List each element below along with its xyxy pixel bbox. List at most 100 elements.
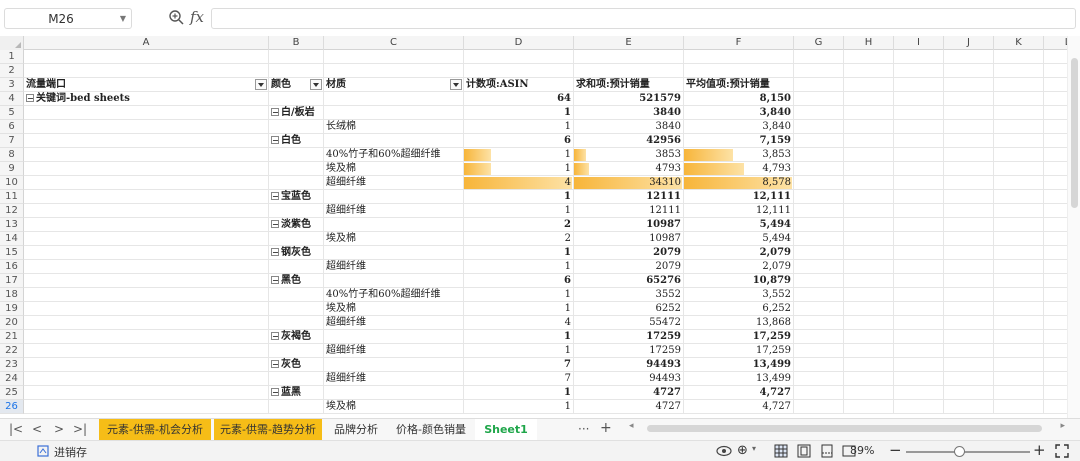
cell-c16[interactable]: 超细纤维 bbox=[324, 260, 464, 274]
column-header-l[interactable]: L bbox=[1044, 36, 1067, 50]
fullscreen-icon[interactable] bbox=[1055, 444, 1069, 458]
cell-c8[interactable]: 40%竹子和60%超细纤维 bbox=[324, 148, 464, 162]
sheet-tab[interactable]: Sheet1 bbox=[475, 419, 537, 440]
cell-k1[interactable] bbox=[994, 50, 1044, 64]
column-header-i[interactable]: I bbox=[894, 36, 944, 50]
cell-l24[interactable] bbox=[1044, 372, 1067, 386]
cell-f25[interactable]: 4,727 bbox=[684, 386, 794, 400]
cell-c20[interactable]: 超细纤维 bbox=[324, 316, 464, 330]
column-header-g[interactable]: G bbox=[794, 36, 844, 50]
cell-l17[interactable] bbox=[1044, 274, 1067, 288]
cell-j2[interactable] bbox=[944, 64, 994, 78]
cell-e4[interactable]: 521579 bbox=[574, 92, 684, 106]
cell-l10[interactable] bbox=[1044, 176, 1067, 190]
name-box[interactable]: M26 ▼ bbox=[4, 8, 132, 29]
collapse-icon[interactable]: − bbox=[271, 192, 279, 200]
cell-i6[interactable] bbox=[894, 120, 944, 134]
cell-g22[interactable] bbox=[794, 344, 844, 358]
cell-k10[interactable] bbox=[994, 176, 1044, 190]
cell-i11[interactable] bbox=[894, 190, 944, 204]
cell-l3[interactable] bbox=[1044, 78, 1067, 92]
cell-f2[interactable] bbox=[684, 64, 794, 78]
cell-h3[interactable] bbox=[844, 78, 894, 92]
cell-e7[interactable]: 42956 bbox=[574, 134, 684, 148]
filter-dropdown-icon[interactable] bbox=[255, 79, 267, 90]
cell-c25[interactable] bbox=[324, 386, 464, 400]
cell-a24[interactable] bbox=[24, 372, 269, 386]
cell-a7[interactable] bbox=[24, 134, 269, 148]
cell-i7[interactable] bbox=[894, 134, 944, 148]
cell-l8[interactable] bbox=[1044, 148, 1067, 162]
cell-f11[interactable]: 12,111 bbox=[684, 190, 794, 204]
sheet-tab[interactable]: 元素-供需-机会分析 bbox=[99, 419, 211, 440]
cell-b1[interactable] bbox=[269, 50, 324, 64]
cell-k18[interactable] bbox=[994, 288, 1044, 302]
cell-l15[interactable] bbox=[1044, 246, 1067, 260]
cell-e16[interactable]: 2079 bbox=[574, 260, 684, 274]
cell-h11[interactable] bbox=[844, 190, 894, 204]
cell-e19[interactable]: 6252 bbox=[574, 302, 684, 316]
cell-g7[interactable] bbox=[794, 134, 844, 148]
cell-d26[interactable]: 1 bbox=[464, 400, 574, 414]
zoom-level[interactable]: 89% bbox=[850, 444, 874, 457]
cell-l21[interactable] bbox=[1044, 330, 1067, 344]
cell-e20[interactable]: 55472 bbox=[574, 316, 684, 330]
cell-f19[interactable]: 6,252 bbox=[684, 302, 794, 316]
row-header[interactable]: 16 bbox=[0, 260, 24, 274]
collapse-icon[interactable]: − bbox=[26, 94, 34, 102]
cell-d3[interactable]: 计数项:ASIN bbox=[464, 78, 574, 92]
column-header-j[interactable]: J bbox=[944, 36, 994, 50]
cell-g19[interactable] bbox=[794, 302, 844, 316]
zoom-slider-handle[interactable] bbox=[954, 446, 965, 457]
row-header[interactable]: 14 bbox=[0, 232, 24, 246]
cell-b15[interactable]: − 钢灰色 bbox=[269, 246, 324, 260]
page-break-icon[interactable] bbox=[820, 444, 834, 458]
cell-e3[interactable]: 求和项:预计销量 bbox=[574, 78, 684, 92]
cell-j11[interactable] bbox=[944, 190, 994, 204]
cell-b6[interactable] bbox=[269, 120, 324, 134]
cell-e24[interactable]: 94493 bbox=[574, 372, 684, 386]
row-header[interactable]: 8 bbox=[0, 148, 24, 162]
cell-h14[interactable] bbox=[844, 232, 894, 246]
cell-i1[interactable] bbox=[894, 50, 944, 64]
cell-h21[interactable] bbox=[844, 330, 894, 344]
macro-label[interactable]: 进销存 bbox=[54, 444, 87, 460]
chevron-down-icon[interactable]: ▼ bbox=[120, 14, 126, 23]
cell-d13[interactable]: 2 bbox=[464, 218, 574, 232]
row-header[interactable]: 24 bbox=[0, 372, 24, 386]
cell-k24[interactable] bbox=[994, 372, 1044, 386]
cell-d16[interactable]: 1 bbox=[464, 260, 574, 274]
cell-e1[interactable] bbox=[574, 50, 684, 64]
row-header[interactable]: 17 bbox=[0, 274, 24, 288]
page-layout-icon[interactable] bbox=[797, 444, 811, 458]
cell-a8[interactable] bbox=[24, 148, 269, 162]
cell-f1[interactable] bbox=[684, 50, 794, 64]
cell-f4[interactable]: 8,150 bbox=[684, 92, 794, 106]
cell-i20[interactable] bbox=[894, 316, 944, 330]
cell-j3[interactable] bbox=[944, 78, 994, 92]
cell-k14[interactable] bbox=[994, 232, 1044, 246]
cell-j21[interactable] bbox=[944, 330, 994, 344]
collapse-icon[interactable]: − bbox=[271, 276, 279, 284]
column-header-e[interactable]: E bbox=[574, 36, 684, 50]
cell-c12[interactable]: 超细纤维 bbox=[324, 204, 464, 218]
cell-h5[interactable] bbox=[844, 106, 894, 120]
cell-a6[interactable] bbox=[24, 120, 269, 134]
cell-k16[interactable] bbox=[994, 260, 1044, 274]
cell-l13[interactable] bbox=[1044, 218, 1067, 232]
next-sheet-icon[interactable]: > bbox=[54, 422, 64, 436]
cell-e10[interactable]: 34310 bbox=[574, 176, 684, 190]
cell-c17[interactable] bbox=[324, 274, 464, 288]
cell-b10[interactable] bbox=[269, 176, 324, 190]
cell-i8[interactable] bbox=[894, 148, 944, 162]
cell-l19[interactable] bbox=[1044, 302, 1067, 316]
cell-f15[interactable]: 2,079 bbox=[684, 246, 794, 260]
cell-e26[interactable]: 4727 bbox=[574, 400, 684, 414]
cell-a15[interactable] bbox=[24, 246, 269, 260]
cell-i4[interactable] bbox=[894, 92, 944, 106]
cell-f24[interactable]: 13,499 bbox=[684, 372, 794, 386]
cell-f6[interactable]: 3,840 bbox=[684, 120, 794, 134]
cell-a3[interactable]: 流量端口 bbox=[24, 78, 269, 92]
add-sheet-icon[interactable]: + bbox=[600, 420, 612, 436]
cell-h23[interactable] bbox=[844, 358, 894, 372]
